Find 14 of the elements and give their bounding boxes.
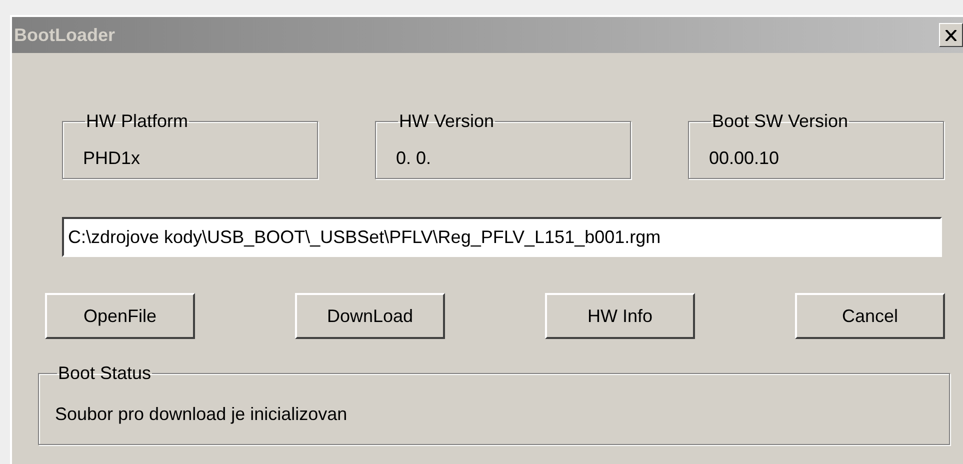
dialog-button[interactable]: HW Info — [545, 293, 695, 339]
group-label: Boot Status — [57, 363, 152, 384]
info-value: PHD1x — [83, 147, 142, 169]
info-value: 0. 0. — [396, 147, 432, 169]
group-label: Boot SW Version — [711, 111, 850, 132]
info-value: 00.00.10 — [709, 147, 780, 169]
dialog-button[interactable]: DownLoad — [295, 293, 445, 339]
group-label: HW Version — [398, 111, 496, 132]
dialog-button[interactable]: Cancel — [795, 293, 945, 339]
dialog-button[interactable]: OpenFile — [45, 293, 195, 339]
status-message: Soubor pro download je inicializovan — [55, 403, 348, 425]
window-title: BootLoader — [14, 24, 115, 46]
group-label: HW Platform — [85, 111, 190, 132]
file-path-field[interactable]: C:\zdrojove kody\USB_BOOT\_USBSet\PFLV\Reg_PFLV_L151_b001.rgm — [62, 217, 942, 257]
